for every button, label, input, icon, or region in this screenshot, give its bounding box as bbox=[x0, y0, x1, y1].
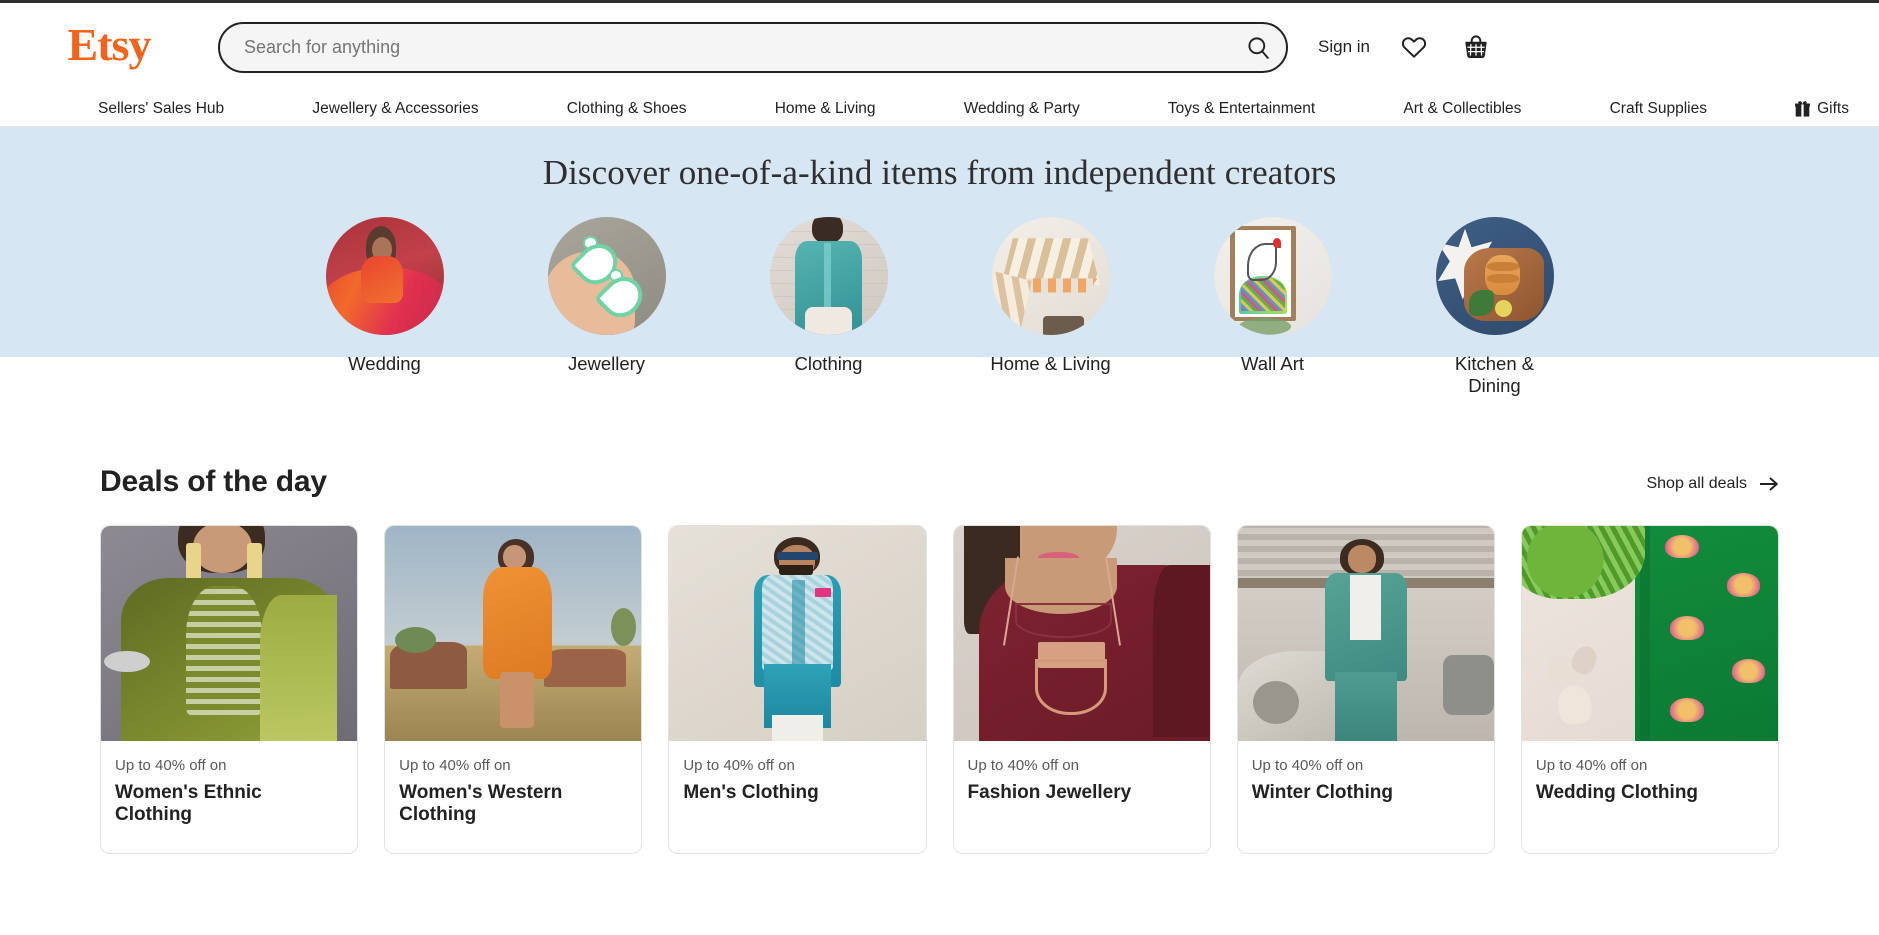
deal-sub-winter-clothing: Up to 40% off on bbox=[1251, 757, 1364, 774]
favorites-button[interactable] bbox=[1396, 29, 1432, 65]
shop-all-deals-link[interactable]: Shop all deals bbox=[1646, 475, 1779, 499]
hero-banner: Discover one-of-a-kind items from indepe… bbox=[0, 127, 1879, 409]
category-home-living-label: Home & Living bbox=[990, 353, 1111, 374]
nav-item-wedding-party[interactable]: Wedding & Party bbox=[962, 98, 1082, 120]
category-jewellery[interactable]: Jewellery bbox=[540, 217, 674, 397]
deal-card-womens-ethnic-clothing[interactable]: Up to 40% off on Women's Ethnic Clothing bbox=[100, 525, 359, 854]
deal-name-fashion-jewellery: Fashion Jewellery bbox=[967, 782, 1132, 803]
deal-text-fashion-jewellery: Up to 40% off on Fashion Jewellery bbox=[954, 741, 1210, 830]
nav-item-gifts[interactable]: Gifts bbox=[1793, 98, 1851, 120]
search-input[interactable] bbox=[244, 23, 1236, 71]
deal-name-womens-western-clothing: Women's Western Clothing bbox=[399, 782, 563, 826]
category-clothing[interactable]: Clothing bbox=[762, 217, 896, 397]
deals-grid: Up to 40% off on Women's Ethnic Clothing bbox=[100, 525, 1780, 854]
category-home-living[interactable]: Home & Living bbox=[984, 217, 1118, 397]
deals-title: Deals of the day bbox=[100, 465, 327, 498]
basket-icon bbox=[1465, 35, 1487, 59]
gift-icon bbox=[1795, 101, 1811, 117]
nav-item-clothing-shoes[interactable]: Clothing & Shoes bbox=[565, 98, 689, 120]
deal-sub-fashion-jewellery: Up to 40% off on bbox=[967, 757, 1079, 774]
hero-title: Discover one-of-a-kind items from indepe… bbox=[542, 153, 1337, 192]
arrow-right-icon bbox=[1760, 477, 1778, 491]
deal-image-fashion-jewellery bbox=[953, 526, 1210, 741]
category-kitchen-dining[interactable]: Kitchen & Dining bbox=[1428, 217, 1562, 397]
deal-text-womens-ethnic-clothing: Up to 40% off on Women's Ethnic Clothing bbox=[101, 741, 357, 853]
header-actions: Sign in bbox=[1318, 29, 1494, 65]
site-header: Etsy Sign in bbox=[0, 3, 1879, 91]
deal-sub-womens-western-clothing: Up to 40% off on bbox=[399, 757, 511, 774]
shop-all-deals-label: Shop all deals bbox=[1646, 475, 1747, 492]
category-jewellery-image bbox=[547, 217, 666, 335]
deal-sub-mens-clothing: Up to 40% off on bbox=[683, 757, 795, 774]
sign-in-link[interactable]: Sign in bbox=[1318, 37, 1370, 57]
search-bar[interactable] bbox=[218, 21, 1288, 73]
deal-text-mens-clothing: Up to 40% off on Men's Clothing bbox=[669, 741, 925, 830]
category-navbar: Sellers' Sales Hub Jewellery & Accessori… bbox=[0, 91, 1879, 127]
category-jewellery-label: Jewellery bbox=[567, 353, 646, 374]
category-wall-art-image bbox=[1213, 217, 1332, 335]
deal-name-winter-clothing: Winter Clothing bbox=[1251, 782, 1393, 803]
etsy-logo[interactable]: Etsy bbox=[0, 22, 218, 72]
deal-card-winter-clothing[interactable]: Up to 40% off on Winter Clothing bbox=[1236, 525, 1495, 854]
category-home-living-image bbox=[991, 217, 1110, 335]
search-icon bbox=[1247, 36, 1269, 59]
heart-icon bbox=[1401, 37, 1427, 58]
nav-item-gifts-label: Gifts bbox=[1817, 99, 1849, 117]
deal-image-wedding-clothing bbox=[1521, 526, 1779, 741]
deal-card-wedding-clothing[interactable]: Up to 40% off on Wedding Clothing bbox=[1520, 525, 1780, 854]
nav-item-toys-entertainment[interactable]: Toys & Entertainment bbox=[1166, 98, 1317, 120]
deal-name-womens-ethnic-clothing: Women's Ethnic Clothing bbox=[115, 782, 262, 826]
deals-section: Deals of the day Shop all deals Up to 40… bbox=[0, 409, 1879, 854]
category-wedding-image bbox=[325, 217, 444, 335]
category-wedding-label: Wedding bbox=[348, 353, 421, 374]
category-kitchen-dining-label: Kitchen & Dining bbox=[1454, 353, 1535, 396]
category-clothing-image bbox=[769, 217, 888, 335]
deal-name-wedding-clothing: Wedding Clothing bbox=[1535, 782, 1699, 803]
deal-card-fashion-jewellery[interactable]: Up to 40% off on Fashion Jewellery bbox=[952, 525, 1211, 854]
search-button[interactable] bbox=[1236, 25, 1280, 69]
nav-items: Sellers' Sales Hub Jewellery & Accessori… bbox=[96, 98, 1851, 120]
nav-item-jewellery-accessories[interactable]: Jewellery & Accessories bbox=[310, 98, 480, 120]
deal-text-winter-clothing: Up to 40% off on Winter Clothing bbox=[1238, 741, 1494, 830]
category-wedding[interactable]: Wedding bbox=[318, 217, 452, 397]
deal-sub-wedding-clothing: Up to 40% off on bbox=[1535, 757, 1648, 774]
cart-button[interactable] bbox=[1458, 29, 1494, 65]
deal-name-mens-clothing: Men's Clothing bbox=[683, 782, 819, 803]
deal-image-womens-ethnic-clothing bbox=[101, 526, 358, 741]
category-wall-art-label: Wall Art bbox=[1240, 353, 1305, 374]
category-wall-art[interactable]: Wall Art bbox=[1206, 217, 1340, 397]
deal-text-womens-western-clothing: Up to 40% off on Women's Western Clothin… bbox=[385, 741, 641, 853]
nav-item-craft-supplies[interactable]: Craft Supplies bbox=[1608, 98, 1709, 120]
deal-sub-womens-ethnic-clothing: Up to 40% off on bbox=[115, 757, 227, 774]
deals-header: Deals of the day Shop all deals bbox=[100, 465, 1779, 499]
deal-card-mens-clothing[interactable]: Up to 40% off on Men's Clothing bbox=[668, 525, 927, 854]
deal-text-wedding-clothing: Up to 40% off on Wedding Clothing bbox=[1522, 741, 1778, 830]
deal-image-womens-western-clothing bbox=[385, 526, 642, 741]
category-circles: Wedding Jewellery Clothing Home & Living… bbox=[0, 217, 1879, 397]
nav-item-home-living[interactable]: Home & Living bbox=[773, 98, 878, 120]
deal-card-womens-western-clothing[interactable]: Up to 40% off on Women's Western Clothin… bbox=[384, 525, 643, 854]
nav-item-sellers-sales-hub[interactable]: Sellers' Sales Hub bbox=[96, 98, 226, 120]
category-clothing-label: Clothing bbox=[794, 353, 863, 374]
deal-image-mens-clothing bbox=[669, 526, 926, 741]
category-kitchen-dining-image bbox=[1435, 217, 1554, 335]
nav-item-art-collectibles[interactable]: Art & Collectibles bbox=[1401, 98, 1523, 120]
deal-image-winter-clothing bbox=[1237, 526, 1494, 741]
